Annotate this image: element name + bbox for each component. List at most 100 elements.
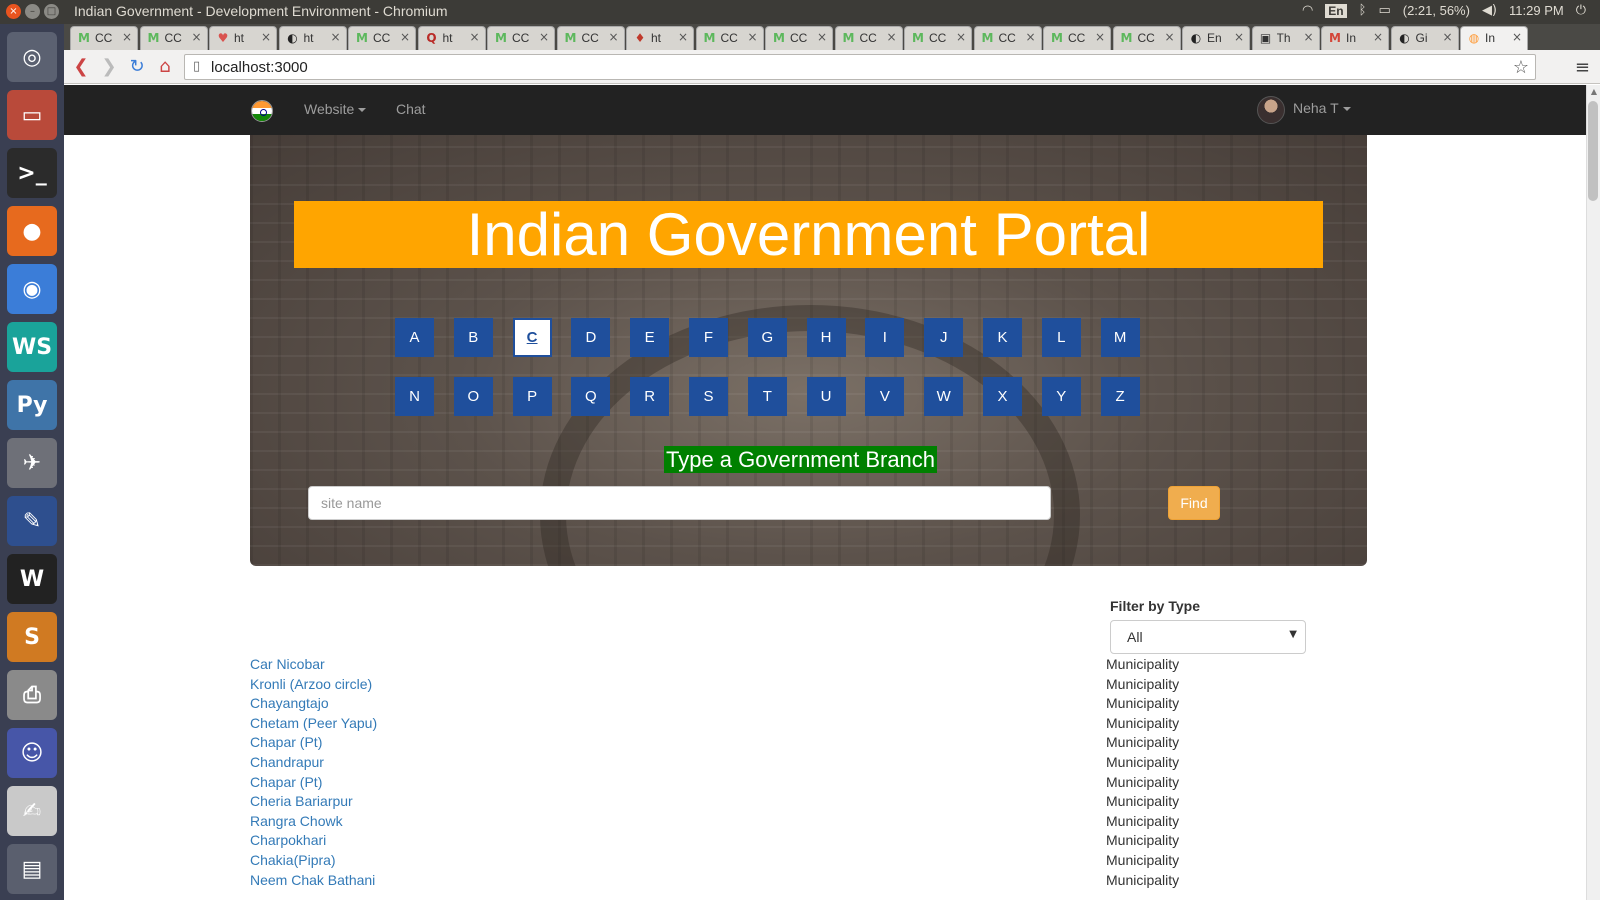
letter-button-t[interactable]: T: [747, 377, 787, 416]
letter-button-o[interactable]: O: [453, 377, 493, 416]
terminal-icon[interactable]: >_: [7, 148, 57, 198]
tab-close-icon[interactable]: ×: [191, 30, 201, 44]
wine-icon[interactable]: W: [7, 554, 57, 604]
letter-button-n[interactable]: N: [395, 377, 434, 416]
letter-button-m[interactable]: M: [1100, 318, 1140, 357]
browser-tab[interactable]: ♦ ht ×: [626, 26, 694, 50]
back-arrow-icon[interactable]: ❮: [70, 56, 92, 78]
webstorm-icon[interactable]: WS: [7, 322, 57, 372]
browser-tab[interactable]: M CC ×: [765, 26, 833, 50]
browser-tab[interactable]: M CC ×: [348, 26, 416, 50]
letter-button-d[interactable]: D: [571, 318, 611, 357]
letter-button-i[interactable]: I: [865, 318, 905, 357]
india-flag-icon[interactable]: [251, 100, 273, 122]
letter-button-g[interactable]: G: [747, 318, 787, 357]
tab-close-icon[interactable]: ×: [886, 30, 896, 44]
ubuntu-dash-icon[interactable]: ◎: [7, 32, 57, 82]
letter-button-k[interactable]: K: [983, 318, 1022, 357]
filter-type-select[interactable]: All ▼: [1110, 620, 1306, 654]
tab-close-icon[interactable]: ×: [1373, 30, 1383, 44]
letter-button-b[interactable]: B: [453, 318, 493, 357]
bluetooth-icon[interactable]: ᛒ: [1359, 3, 1367, 18]
browser-tab[interactable]: ◍ In ×: [1460, 26, 1528, 50]
files-icon[interactable]: ▭: [7, 90, 57, 140]
search-input[interactable]: [308, 486, 1051, 520]
result-link[interactable]: Chapar (Pt): [250, 734, 322, 750]
letter-button-v[interactable]: V: [865, 377, 905, 416]
tab-close-icon[interactable]: ×: [261, 30, 271, 44]
pencil-app-icon[interactable]: ✎: [7, 496, 57, 546]
result-link[interactable]: Chayangtajo: [250, 695, 329, 711]
letter-button-u[interactable]: U: [806, 377, 846, 416]
text-editor-icon[interactable]: ✍: [7, 786, 57, 836]
tab-close-icon[interactable]: ×: [1095, 30, 1105, 44]
browser-tab[interactable]: M CC ×: [973, 26, 1042, 50]
tab-close-icon[interactable]: ×: [1234, 30, 1244, 44]
result-link[interactable]: Car Nicobar: [250, 656, 325, 672]
browser-tab[interactable]: M CC ×: [695, 26, 764, 50]
letter-button-h[interactable]: H: [806, 318, 846, 357]
result-link[interactable]: Cheria Bariarpur: [250, 793, 353, 809]
page-scrollbar[interactable]: ▲: [1586, 85, 1600, 900]
clock[interactable]: 11:29 PM: [1509, 3, 1564, 18]
browser-menu-icon[interactable]: ≡: [1575, 57, 1590, 78]
tab-close-icon[interactable]: ×: [469, 30, 479, 44]
browser-tab[interactable]: Qht ×: [417, 26, 486, 50]
browser-tab[interactable]: M CC ×: [70, 26, 138, 50]
tab-close-icon[interactable]: ×: [1303, 30, 1313, 44]
letter-button-w[interactable]: W: [924, 377, 964, 416]
wifi-icon[interactable]: ◠: [1302, 3, 1313, 18]
window-maximize-button[interactable]: □: [44, 4, 59, 19]
scroll-thumb[interactable]: [1588, 101, 1598, 201]
sublime-text-icon[interactable]: S: [7, 612, 57, 662]
launcher-app-icon[interactable]: ✈: [7, 438, 57, 488]
browser-tab[interactable]: ♥ ht ×: [209, 26, 277, 50]
browser-tab[interactable]: ▣ Th ×: [1251, 26, 1320, 50]
volume-icon[interactable]: ◀): [1482, 3, 1497, 18]
home-icon[interactable]: ⌂: [154, 56, 176, 78]
printer-icon[interactable]: ⎙: [7, 670, 57, 720]
find-button[interactable]: Find: [1168, 486, 1220, 520]
chromium-icon[interactable]: ◉: [7, 264, 57, 314]
letter-button-z[interactable]: Z: [1100, 377, 1140, 416]
keyboard-layout-indicator[interactable]: En: [1325, 3, 1347, 18]
tab-close-icon[interactable]: ×: [330, 30, 340, 44]
tab-close-icon[interactable]: ×: [1164, 30, 1174, 44]
window-minimize-button[interactable]: –: [25, 4, 40, 19]
letter-button-j[interactable]: J: [924, 318, 964, 357]
letter-button-r[interactable]: R: [630, 377, 670, 416]
browser-tab[interactable]: M CC ×: [904, 26, 972, 50]
tab-close-icon[interactable]: ×: [1442, 30, 1452, 44]
avatar[interactable]: [1257, 96, 1285, 124]
tab-close-icon[interactable]: ×: [678, 30, 688, 44]
website-dropdown[interactable]: Website: [304, 101, 367, 117]
letter-button-e[interactable]: E: [630, 318, 670, 357]
letter-button-a[interactable]: A: [395, 318, 434, 357]
battery-status[interactable]: (2:21, 56%): [1403, 3, 1470, 18]
browser-tab[interactable]: M CC ×: [1112, 26, 1181, 50]
power-icon[interactable]: ⏻: [1576, 3, 1586, 18]
chat-link[interactable]: Chat: [396, 101, 426, 117]
battery-icon[interactable]: ▭: [1378, 3, 1390, 18]
tab-close-icon[interactable]: ×: [1512, 30, 1522, 44]
pidgin-icon[interactable]: ☺: [7, 728, 57, 778]
browser-tab[interactable]: ◐ Gi ×: [1390, 26, 1459, 50]
tab-close-icon[interactable]: ×: [400, 30, 410, 44]
result-link[interactable]: Chapar (Pt): [250, 774, 322, 790]
browser-tab[interactable]: M CC ×: [834, 26, 903, 50]
letter-button-s[interactable]: S: [689, 377, 728, 416]
tab-close-icon[interactable]: ×: [539, 30, 549, 44]
scroll-up-arrow-icon[interactable]: ▲: [1591, 87, 1597, 96]
tab-close-icon[interactable]: ×: [956, 30, 966, 44]
letter-button-c[interactable]: C: [512, 318, 552, 357]
result-link[interactable]: Chandrapur: [250, 754, 324, 770]
browser-tab[interactable]: M CC ×: [1043, 26, 1111, 50]
browser-tab[interactable]: M CC ×: [487, 26, 555, 50]
firefox-icon[interactable]: ●: [7, 206, 57, 256]
url-text[interactable]: localhost:3000: [211, 59, 308, 76]
result-link[interactable]: Kronli (Arzoo circle): [250, 676, 372, 692]
bookmark-star-icon[interactable]: ☆: [1513, 57, 1529, 78]
result-link[interactable]: Chetam (Peer Yapu): [250, 715, 377, 731]
user-menu-dropdown[interactable]: Neha T: [1293, 100, 1351, 116]
browser-tab[interactable]: M In ×: [1321, 26, 1389, 50]
